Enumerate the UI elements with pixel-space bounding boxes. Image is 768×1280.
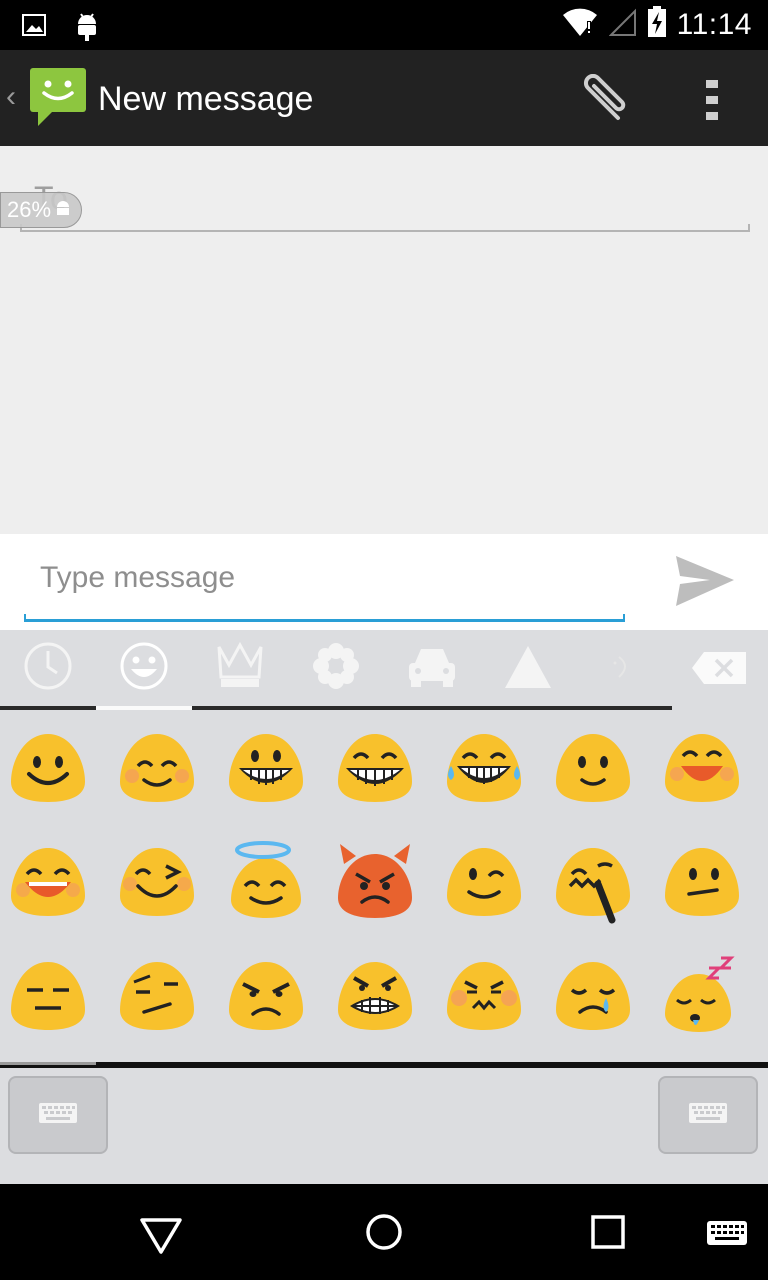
switch-keyboard-button-right[interactable]: [658, 1076, 758, 1154]
triangle-icon: [503, 642, 553, 695]
grimacing-angry-face[interactable]: [332, 954, 418, 1040]
recipient-area: To 26%: [0, 146, 768, 534]
sad-tear-face[interactable]: [550, 954, 636, 1040]
winking-squint-face[interactable]: [114, 840, 200, 926]
tab-places[interactable]: [384, 630, 480, 706]
page-title: New message: [98, 80, 314, 118]
status-time: 11:14: [676, 7, 752, 41]
android-small-icon: [55, 197, 71, 223]
tears-of-joy-face[interactable]: [441, 726, 527, 812]
tab-recent[interactable]: [0, 630, 96, 706]
tab-indicator: [192, 706, 672, 710]
angry-devil-face[interactable]: [332, 840, 418, 926]
message-input-underline: [24, 614, 625, 622]
delete-key[interactable]: [690, 650, 748, 686]
sleeping-face[interactable]: [659, 954, 745, 1040]
navigation-bar: [0, 1184, 768, 1280]
progress-text: 26%: [7, 197, 52, 222]
crown-icon: [215, 641, 265, 696]
progress-indicator: 26%: [0, 192, 82, 228]
emoji-page-thumb: [0, 1062, 96, 1065]
tab-nature[interactable]: [288, 630, 384, 706]
switch-keyboard-button-left[interactable]: [8, 1076, 108, 1154]
clock-icon: [23, 641, 73, 696]
emoticon-icon: [609, 651, 639, 686]
emoji-category-tabs: [0, 630, 768, 710]
status-bar: 11:14: [0, 0, 768, 50]
emoji-keyboard: [0, 630, 768, 1184]
keyboard-icon: [688, 1102, 728, 1129]
squinting-laughing-face[interactable]: [5, 840, 91, 926]
slightly-smiling-face[interactable]: [550, 726, 636, 812]
tab-objects[interactable]: [192, 630, 288, 706]
signal-icon: [608, 7, 637, 42]
smiling-eyes-face[interactable]: [114, 726, 200, 812]
overflow-menu-icon[interactable]: [700, 78, 724, 122]
expressionless-face[interactable]: [5, 954, 91, 1040]
battery-icon: [647, 6, 667, 43]
nav-recents-button[interactable]: [583, 1208, 633, 1258]
recents-icon: [591, 1215, 625, 1249]
back-caret-icon[interactable]: ‹: [6, 80, 16, 114]
pouting-face[interactable]: [441, 954, 527, 1040]
tab-emoticons[interactable]: [576, 630, 672, 706]
keyboard-icon: [38, 1102, 78, 1129]
angel-face[interactable]: [223, 840, 309, 926]
neutral-smirk-face[interactable]: [659, 840, 745, 926]
nav-ime-switch-button[interactable]: [704, 1208, 750, 1258]
skeptical-face[interactable]: [114, 954, 200, 1040]
attach-icon[interactable]: [572, 73, 628, 126]
nav-back-button[interactable]: [136, 1208, 186, 1258]
emoji-page-indicator: [0, 1062, 768, 1068]
tab-people[interactable]: [96, 630, 192, 706]
tab-indicator-active: [96, 706, 192, 710]
image-notification-icon: [22, 13, 48, 44]
car-icon: [405, 643, 459, 694]
flower-icon: [311, 641, 361, 696]
back-icon: [140, 1218, 182, 1254]
tab-indicator: [0, 706, 96, 710]
confounded-face[interactable]: [550, 840, 636, 926]
action-bar: ‹ New message: [0, 50, 768, 146]
laughing-face[interactable]: [659, 726, 745, 812]
to-field-underline: [20, 224, 750, 232]
nav-home-button[interactable]: [359, 1208, 409, 1258]
winking-face[interactable]: [441, 840, 527, 926]
send-button[interactable]: [670, 552, 740, 612]
home-icon: [366, 1214, 402, 1250]
wifi-icon: [561, 7, 599, 42]
messaging-app-icon[interactable]: [28, 66, 88, 128]
keyboard-icon: [707, 1221, 747, 1245]
android-notification-icon: [74, 10, 100, 47]
message-compose-bar: [0, 534, 768, 630]
smiling-face[interactable]: [5, 726, 91, 812]
grinning-face[interactable]: [223, 726, 309, 812]
angry-face[interactable]: [223, 954, 309, 1040]
tab-symbols[interactable]: [480, 630, 576, 706]
emoji-grid: [0, 722, 768, 1062]
message-input[interactable]: [24, 554, 624, 602]
smiley-icon: [119, 641, 169, 696]
grinning-smiling-eyes-face[interactable]: [332, 726, 418, 812]
